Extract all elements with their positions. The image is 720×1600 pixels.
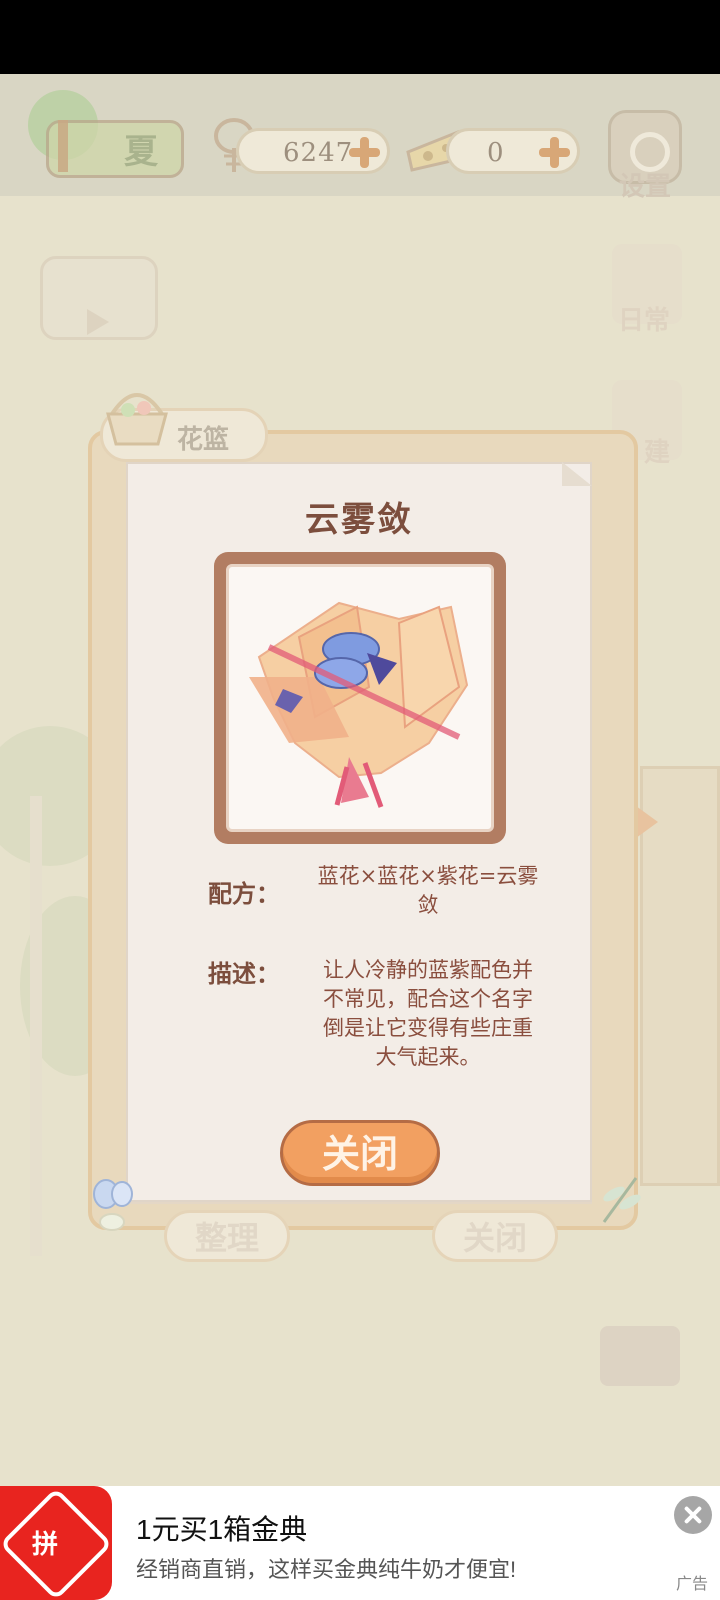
- status-bar: [0, 0, 720, 74]
- description-line: 大气起来。: [375, 1045, 481, 1069]
- description-line: 不常见，配合这个名字: [323, 987, 533, 1011]
- add-fishbone-button[interactable]: [347, 135, 381, 169]
- bottom-close-button[interactable]: 关闭: [432, 1210, 558, 1262]
- item-image-area: [226, 564, 494, 832]
- tab-label: 花篮: [177, 425, 230, 455]
- close-icon[interactable]: [674, 1496, 712, 1534]
- ad-title[interactable]: 1元买1箱金典: [136, 1508, 307, 1548]
- description-line: 让人冷静的蓝紫配色并: [323, 958, 533, 982]
- recipe-text-line: 蓝花×蓝花×紫花=云雾: [317, 864, 539, 888]
- add-cheese-button[interactable]: [537, 135, 571, 169]
- video-play-icon: [87, 309, 109, 335]
- daily-label: 日常: [618, 306, 671, 336]
- basket-icon: [106, 393, 168, 446]
- ad-logo-text: 拼: [32, 1530, 59, 1560]
- background-stall: [600, 1326, 680, 1386]
- close-button[interactable]: 关闭: [280, 1120, 440, 1186]
- dragonfly-icon: [602, 1177, 641, 1223]
- butterfly-icon: [93, 1179, 133, 1231]
- description-label: 描述：: [208, 959, 280, 988]
- flower-bouquet: [249, 601, 469, 808]
- recipe-text: 蓝花×蓝花×紫花=云雾 敛: [296, 862, 560, 920]
- settings-button[interactable]: 设置: [604, 106, 686, 202]
- item-title: 云雾敛: [305, 500, 413, 540]
- ad-subtitle[interactable]: 经销商直销，这样买金典纯牛奶才便宜!: [136, 1552, 516, 1584]
- ad-logo[interactable]: 拼: [0, 1486, 112, 1600]
- ad-tag: 广告: [676, 1576, 709, 1593]
- fishbone-count: 6247: [283, 138, 354, 168]
- description-text: 让人冷静的蓝紫配色并 不常见，配合这个名字 倒是让它变得有些庄重 大气起来。: [296, 956, 560, 1072]
- cheese-count: 0: [487, 138, 505, 168]
- settings-label: 设置: [618, 172, 671, 202]
- build-label: 建: [644, 438, 671, 468]
- description-line: 倒是让它变得有些庄重: [323, 1016, 533, 1040]
- tree-trunk: [58, 120, 68, 172]
- cheese-currency: 0: [446, 128, 580, 174]
- background-lamp-post: [30, 796, 42, 1256]
- logo-text: 夏: [124, 132, 158, 172]
- recipe-text-line: 敛: [417, 893, 439, 917]
- game-logo: 夏: [24, 90, 184, 180]
- video-button[interactable]: [40, 256, 158, 340]
- recipe-label: 配方：: [208, 879, 280, 908]
- fishbone-currency: 6247: [236, 128, 390, 174]
- sort-button[interactable]: 整理: [164, 1210, 290, 1262]
